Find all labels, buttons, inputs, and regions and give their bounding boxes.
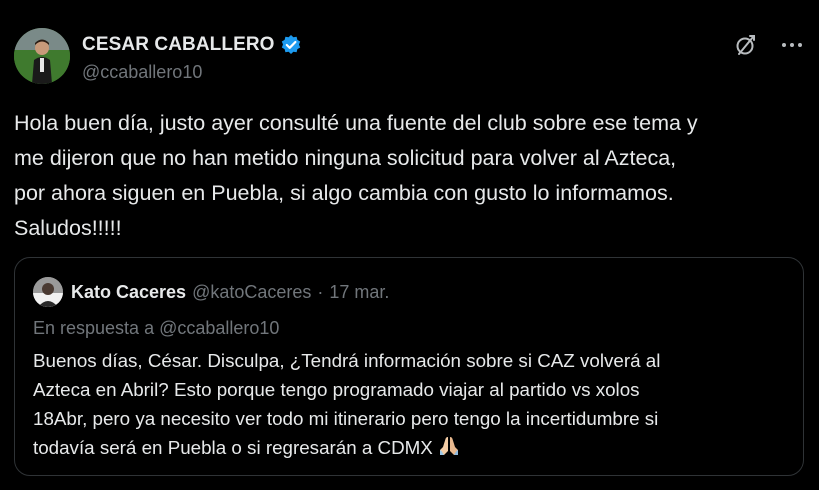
folded-hands-icon xyxy=(437,435,461,465)
author-display-name[interactable]: CESAR CABALLERO xyxy=(82,34,275,56)
quoted-handle[interactable]: @katoCaceres xyxy=(192,282,311,303)
slash-circle-icon[interactable] xyxy=(733,32,759,58)
avatar-photo-icon xyxy=(14,28,70,84)
author-handle[interactable]: @ccaballero10 xyxy=(82,62,302,83)
tweet-text: Hola buen día, justo ayer consulté una f… xyxy=(14,111,698,240)
quoted-display-name[interactable]: Kato Caceres xyxy=(71,282,186,303)
quoted-separator: · xyxy=(317,281,324,302)
verified-badge-icon[interactable] xyxy=(280,34,302,56)
quoted-date[interactable]: 17 mar. xyxy=(329,282,389,303)
author-avatar[interactable] xyxy=(14,28,70,84)
more-icon[interactable] xyxy=(779,32,805,58)
tweet-header: CESAR CABALLERO @ccaballero10 xyxy=(14,28,805,86)
quoted-avatar[interactable] xyxy=(33,277,63,307)
reply-context: En respuesta a @ccaballero10 xyxy=(33,318,279,339)
quoted-text: Buenos días, César. Disculpa, ¿Tendrá in… xyxy=(33,350,661,458)
reply-prefix: En respuesta a xyxy=(33,318,155,338)
reply-to-handle[interactable]: @ccaballero10 xyxy=(159,318,279,338)
name-row: CESAR CABALLERO xyxy=(82,32,302,58)
quoted-text-block: Buenos días, César. Disculpa, ¿Tendrá in… xyxy=(33,346,789,465)
tweet-actions xyxy=(733,32,805,58)
tweet: CESAR CABALLERO @ccaballero10 Hola buen … xyxy=(0,0,819,490)
author-names: CESAR CABALLERO @ccaballero10 xyxy=(82,28,302,83)
quoted-avatar-photo-icon xyxy=(33,277,63,307)
quoted-tweet[interactable]: Kato Caceres @katoCaceres · 17 mar. En r… xyxy=(14,257,804,476)
quoted-header: Kato Caceres @katoCaceres · 17 mar. xyxy=(33,276,389,308)
